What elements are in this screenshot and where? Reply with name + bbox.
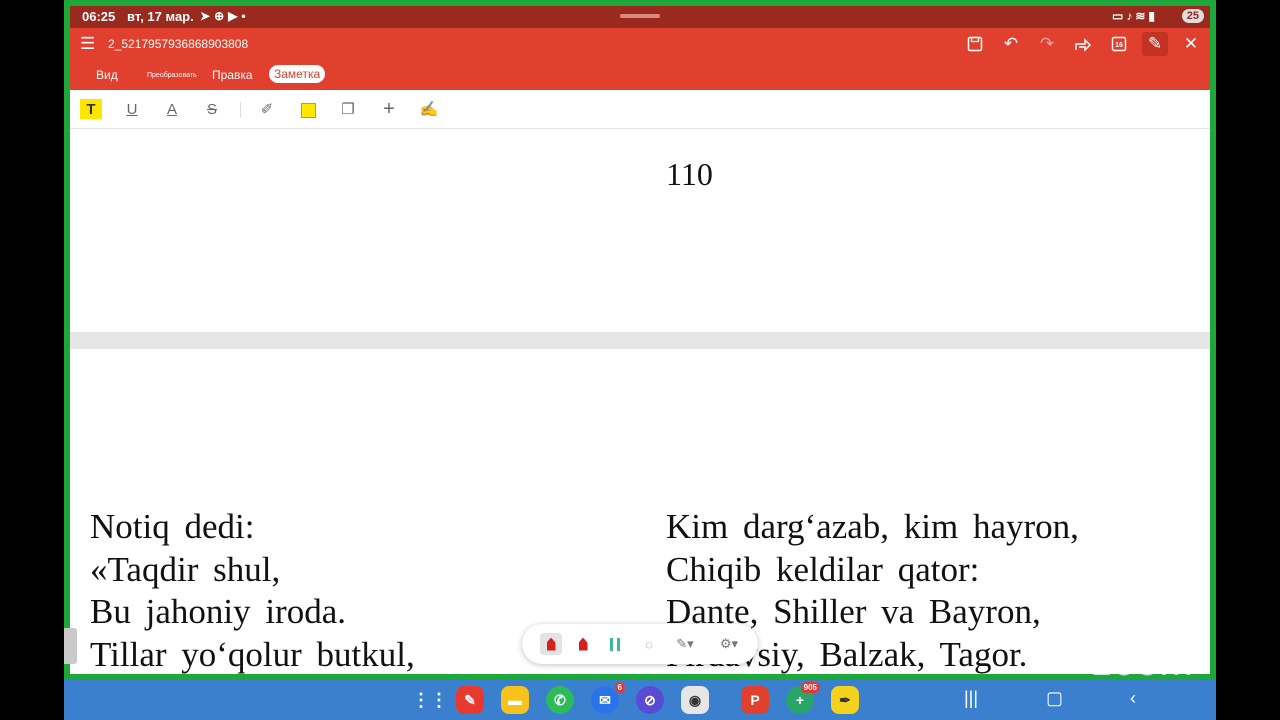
apps-grid-icon[interactable]: ⋮⋮ (412, 686, 448, 714)
floating-pen-toolbar: ◌ ✎▾ ⚙▾ (522, 624, 758, 664)
battery-indicator: 25 (1181, 9, 1204, 23)
tab-edit[interactable]: Правка (212, 68, 253, 82)
red-marker-icon[interactable] (540, 633, 562, 655)
camera-app-icon[interactable]: ◉ (681, 686, 709, 714)
pull-handle[interactable] (620, 14, 660, 18)
home-button[interactable]: ▢ (1046, 688, 1063, 709)
title-bar: ☰ 2_5217957936868903808 ↶ ↷ 16 ✎ ✕ (70, 28, 1210, 60)
page-count-icon[interactable]: 16 (1106, 32, 1132, 56)
notification-icons: ➤⊕▶• (200, 9, 250, 23)
messages-app-icon[interactable]: ✉ 6 (591, 682, 625, 714)
files-app-icon[interactable]: ▬ (501, 686, 529, 714)
redo-icon[interactable]: ↷ (1034, 32, 1060, 56)
phone-app-icon[interactable]: ✆ (546, 686, 574, 714)
poem-line: Notiq dedi: (90, 507, 255, 546)
poem-left-column: Notiq dedi: «Taqdir shul, Bu jahoniy iro… (90, 506, 415, 674)
lasso-icon[interactable]: ◌ (638, 633, 660, 655)
toolbar-divider (240, 102, 241, 118)
wifi-icon: ≋ (1135, 9, 1149, 23)
strikethrough-icon[interactable]: S (201, 99, 223, 119)
text-color-icon[interactable]: A (161, 99, 183, 119)
underline-icon[interactable]: U (121, 99, 143, 119)
plus-badge: 905 (800, 682, 820, 693)
zoom-watermark: zoom (1092, 640, 1194, 684)
teal-highlighter-icon[interactable] (604, 633, 626, 655)
gear-icon[interactable]: ⚙▾ (718, 633, 740, 655)
svg-text:16: 16 (1115, 42, 1123, 49)
system-icons: ▭♪≋▮ (1112, 9, 1158, 23)
youtube-icon: ▶ (228, 9, 242, 23)
taskbar: ⋮⋮ ✎ ▬ ✆ ✉ 6 ⊘ ◉ P +905 ✒ ||| ▢ ‹ (64, 680, 1216, 720)
pen-settings-icon[interactable]: ✎▾ (674, 633, 696, 655)
share-icon[interactable] (1070, 32, 1096, 56)
recent-apps-button[interactable]: ||| (964, 688, 978, 709)
title-tools: ↶ ↷ 16 ✎ ✕ (962, 32, 1204, 56)
tab-view[interactable]: Вид (96, 68, 118, 82)
plus-circle-icon: ⊕ (214, 9, 229, 23)
browser-app-icon[interactable]: ⊘ (636, 686, 664, 714)
page-number: 110 (666, 156, 713, 192)
telegram-icon: ➤ (200, 9, 215, 23)
tab-convert[interactable]: Преобразовать (147, 72, 197, 79)
pen-app-icon[interactable]: ✒ (831, 686, 859, 714)
messages-badge: 6 (614, 682, 625, 693)
poem-line: Bu jahoniy iroda. (90, 592, 346, 631)
cast-icon: ▭ (1111, 9, 1127, 23)
dot-icon: • (241, 9, 250, 23)
poem-line: Tillar yo‘qolur butkul, (90, 634, 415, 674)
file-name: 2_5217957936868903808 (108, 37, 249, 51)
status-bar: 06:25 вт, 17 мар. ➤⊕▶• ▭♪≋▮ 25 (70, 6, 1210, 28)
tab-note[interactable]: Заметка (269, 65, 326, 83)
status-time: 06:25 (82, 9, 116, 24)
signature-icon[interactable]: ✍ (418, 99, 440, 119)
mute-icon: ♪ (1126, 9, 1136, 23)
tab-bar: Вид Преобразовать Правка Заметка (70, 60, 1210, 90)
poem-line: Chiqib keldilar qator: (666, 549, 980, 589)
pdf-app-icon[interactable]: P (741, 686, 769, 714)
menu-icon[interactable]: ☰ (80, 34, 95, 54)
edge-panel-handle[interactable] (64, 628, 77, 664)
shapes-icon[interactable]: ❐ (337, 99, 359, 119)
edit-pen-icon[interactable]: ✎ (1142, 32, 1168, 56)
undo-icon[interactable]: ↶ (998, 32, 1024, 56)
tablet-screen: 06:25 вт, 17 мар. ➤⊕▶• ▭♪≋▮ 25 ☰ 2_52179… (70, 6, 1210, 674)
notes-app-icon[interactable]: ✎ (456, 686, 484, 714)
eraser-icon[interactable]: ✐ (256, 99, 278, 119)
poem-line: «Taqdir shul, (90, 549, 281, 589)
annotation-toolbar: T U A S ✐ ❐ + ✍ (70, 90, 1210, 129)
back-button[interactable]: ‹ (1130, 688, 1136, 709)
poem-line: Kim darg‘azab, kim hayron, (666, 507, 1079, 546)
plus-app-icon[interactable]: +905 (786, 682, 820, 714)
page-separator (70, 332, 1210, 349)
red-pen-icon[interactable] (572, 633, 594, 655)
add-icon[interactable]: + (378, 98, 400, 120)
status-date: вт, 17 мар. (127, 9, 194, 24)
close-icon[interactable]: ✕ (1178, 32, 1204, 56)
save-icon[interactable] (962, 32, 988, 56)
text-highlight-icon[interactable]: T (80, 99, 102, 119)
signal-icon: ▮ (1148, 9, 1158, 23)
rectangle-highlight-icon[interactable] (301, 103, 316, 118)
